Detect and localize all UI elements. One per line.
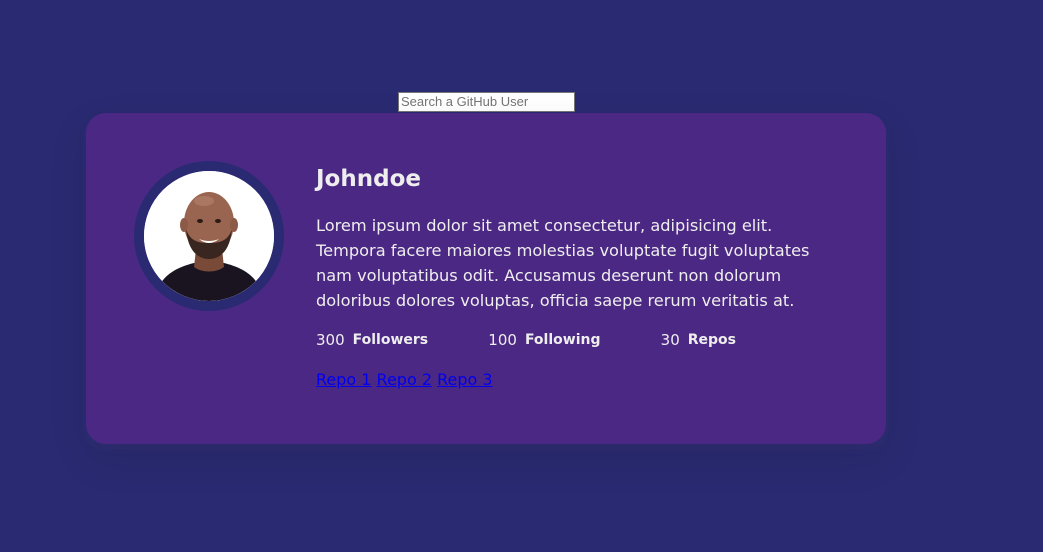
- stat-followers: 300 Followers: [316, 331, 428, 349]
- stat-following-label: Following: [524, 332, 601, 348]
- avatar: [134, 161, 284, 311]
- stat-followers-label: Followers: [352, 332, 429, 348]
- stat-repos: 30 Repos: [661, 331, 736, 349]
- search-input[interactable]: [398, 91, 575, 112]
- user-name: Johndoe: [316, 166, 421, 192]
- stat-following-count: 100: [488, 331, 517, 349]
- stat-followers-count: 300: [316, 331, 345, 349]
- stat-repos-count: 30: [660, 331, 680, 349]
- stat-following: 100 Following: [488, 331, 600, 349]
- page: Johndoe Lorem ipsum dolor sit amet conse…: [0, 0, 1043, 552]
- stats-list: 300 Followers 100 Following 30 Repos: [316, 331, 736, 349]
- repo-link-1[interactable]: Repo 1: [316, 370, 371, 389]
- repos-list: Repo 1 Repo 2 Repo 3: [316, 369, 816, 391]
- user-bio: Lorem ipsum dolor sit amet consectetur, …: [316, 216, 810, 310]
- search-form: [398, 91, 575, 112]
- repo-link-3[interactable]: Repo 3: [437, 370, 492, 389]
- stat-repos-label: Repos: [687, 332, 736, 348]
- repo-link-2[interactable]: Repo 2: [377, 370, 432, 389]
- avatar-container: [134, 161, 284, 396]
- user-info: Johndoe Lorem ipsum dolor sit amet conse…: [316, 161, 816, 396]
- user-card: Johndoe Lorem ipsum dolor sit amet conse…: [86, 113, 886, 444]
